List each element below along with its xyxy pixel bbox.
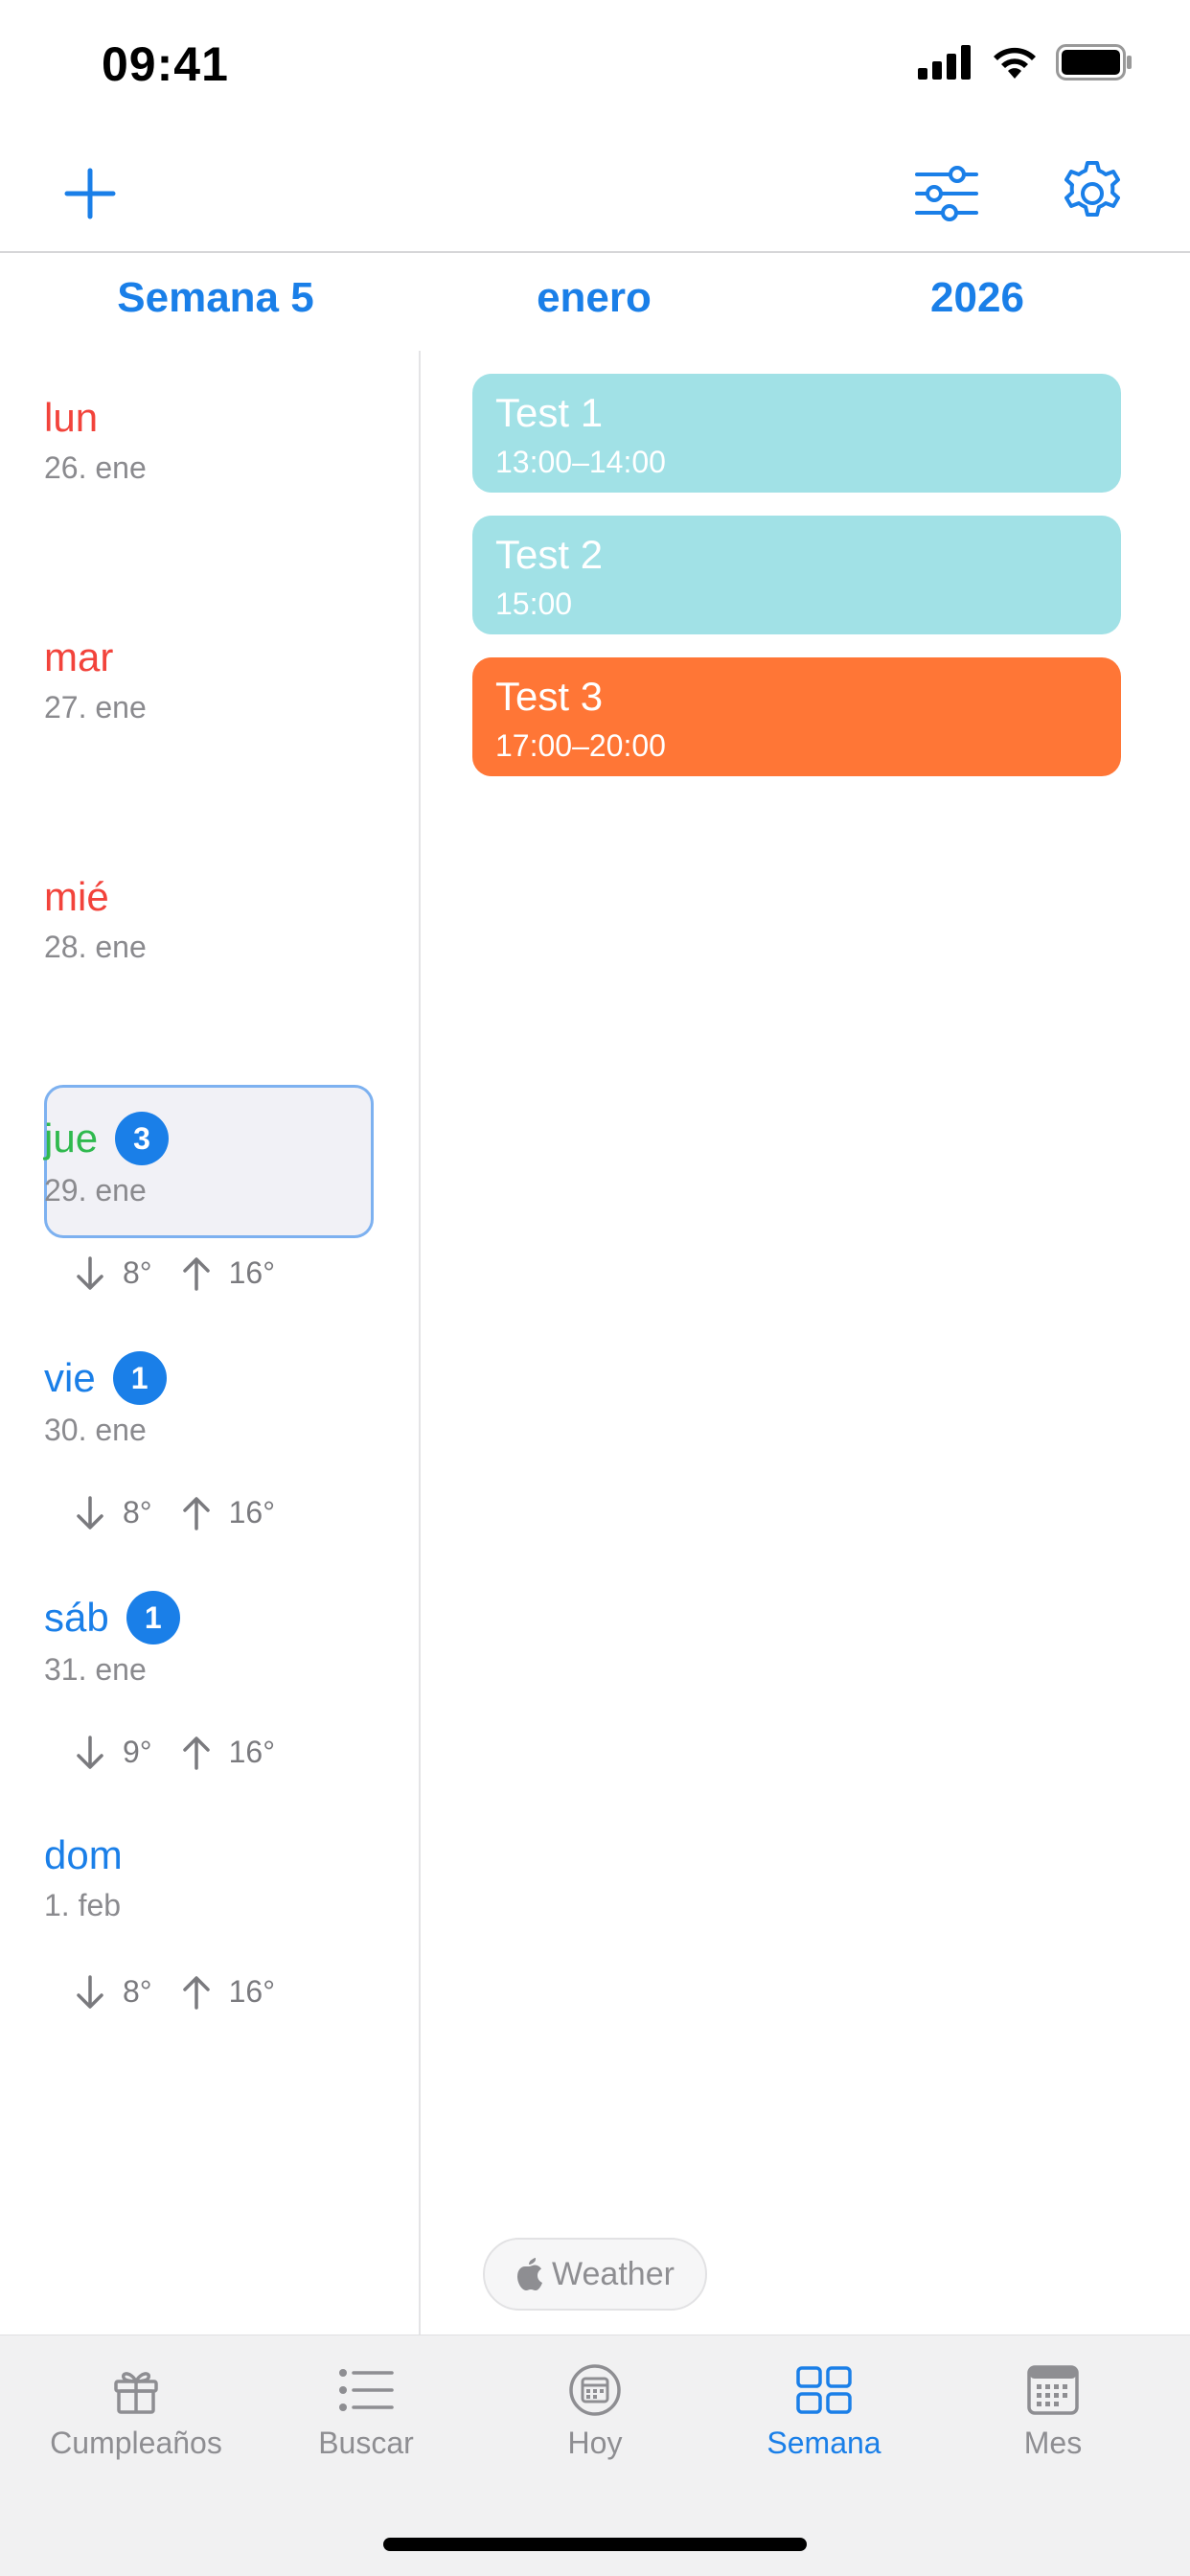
tab-week[interactable]: Semana xyxy=(709,2358,939,2461)
event-count-badge: 3 xyxy=(115,1112,170,1165)
day-date: 28. ene xyxy=(44,930,147,964)
arrow-down-icon xyxy=(77,1495,103,1530)
sliders-icon xyxy=(915,166,978,221)
event-title: Test 3 xyxy=(495,674,604,719)
top-toolbar xyxy=(0,134,1190,253)
day-friday[interactable]: vie 1 30. ene xyxy=(44,1351,376,1448)
day-date: 29. ene xyxy=(44,1173,147,1208)
day-name: mar xyxy=(44,634,114,679)
day-forecast: 8° 16° xyxy=(75,1495,275,1530)
low-temperature: 8° xyxy=(123,1495,152,1530)
day-date: 31. ene xyxy=(44,1652,147,1687)
filter-button[interactable] xyxy=(908,155,985,232)
arrow-down-icon xyxy=(77,1974,103,2009)
day-name: jue xyxy=(44,1116,99,1161)
event-card[interactable]: Test 3 17:00–20:00 xyxy=(472,657,1121,776)
day-date: 30. ene xyxy=(44,1413,147,1447)
battery-icon xyxy=(1056,44,1132,80)
add-event-button[interactable] xyxy=(52,155,128,232)
status-icons xyxy=(918,44,1133,80)
day-saturday[interactable]: sáb 1 31. ene xyxy=(44,1591,376,1688)
tab-label: Buscar xyxy=(318,2426,414,2460)
tab-label: Mes xyxy=(1023,2426,1083,2460)
arrow-down-icon xyxy=(77,1735,103,1769)
day-sunday[interactable]: dom 1. feb xyxy=(44,1830,376,1923)
event-title: Test 2 xyxy=(495,532,604,577)
high-temperature: 16° xyxy=(228,1974,275,2009)
event-time: 13:00–14:00 xyxy=(495,445,666,479)
event-card[interactable]: Test 1 13:00–14:00 xyxy=(472,374,1121,493)
event-title: Test 1 xyxy=(495,390,604,435)
weather-attribution-label: Weather xyxy=(552,2255,675,2292)
day-monday[interactable]: lun 26. ene xyxy=(44,393,376,486)
arrow-up-icon xyxy=(182,1496,210,1530)
day-thursday[interactable]: jue 3 29. ene xyxy=(44,1112,376,1208)
arrow-down-icon xyxy=(77,1255,103,1290)
home-indicator xyxy=(383,2538,807,2551)
arrow-up-icon xyxy=(182,1256,210,1291)
arrow-up-icon xyxy=(182,1975,210,2010)
day-forecast: 8° 16° xyxy=(75,1974,275,2010)
day-name: dom xyxy=(44,1832,123,1877)
day-date: 1. feb xyxy=(44,1888,122,1922)
tab-label: Semana xyxy=(767,2426,881,2460)
month-calendar-icon xyxy=(1027,2365,1079,2415)
high-temperature: 16° xyxy=(228,1735,275,1769)
low-temperature: 8° xyxy=(123,1974,152,2009)
list-icon xyxy=(339,2369,394,2411)
gift-icon xyxy=(114,2372,158,2414)
low-temperature: 9° xyxy=(123,1735,152,1769)
weather-attribution-button[interactable]: Weather xyxy=(483,2238,707,2311)
day-name: mié xyxy=(44,874,109,919)
event-time: 15:00 xyxy=(495,586,573,621)
day-date: 26. ene xyxy=(44,450,147,485)
tab-label: Hoy xyxy=(567,2426,623,2460)
low-temperature: 8° xyxy=(123,1255,152,1290)
arrow-up-icon xyxy=(182,1736,210,1770)
year-label[interactable]: 2026 xyxy=(843,274,1111,322)
tab-today[interactable]: Hoy xyxy=(480,2358,710,2461)
event-count-badge: 1 xyxy=(112,1351,167,1405)
tab-label: Cumpleaños xyxy=(50,2426,222,2460)
status-bar: 09:41 xyxy=(0,0,1190,125)
event-time: 17:00–20:00 xyxy=(495,728,666,763)
apple-logo-icon xyxy=(517,2258,543,2290)
wifi-icon xyxy=(994,47,1036,79)
column-divider xyxy=(419,351,421,2334)
plus-icon xyxy=(64,168,116,219)
day-name: vie xyxy=(44,1355,96,1400)
settings-button[interactable] xyxy=(1054,155,1131,232)
event-count-badge: 1 xyxy=(126,1591,180,1644)
week-grid-icon xyxy=(796,2366,852,2414)
day-name: sáb xyxy=(44,1595,109,1640)
tab-month[interactable]: Mes xyxy=(938,2358,1168,2461)
cellular-signal-icon xyxy=(918,45,971,80)
high-temperature: 16° xyxy=(228,1495,275,1530)
day-date: 27. ene xyxy=(44,690,147,724)
tab-search[interactable]: Buscar xyxy=(251,2358,481,2461)
day-forecast: 9° 16° xyxy=(75,1735,275,1770)
week-number-label[interactable]: Semana 5 xyxy=(57,274,374,322)
high-temperature: 16° xyxy=(228,1255,275,1290)
gear-icon xyxy=(1064,161,1120,217)
day-tuesday[interactable]: mar 27. ene xyxy=(44,632,376,725)
day-wednesday[interactable]: mié 28. ene xyxy=(44,872,376,965)
day-forecast: 8° 16° xyxy=(75,1255,275,1291)
event-card[interactable]: Test 2 15:00 xyxy=(472,516,1121,634)
calendar-header: Semana 5 enero 2026 xyxy=(0,268,1190,337)
month-label[interactable]: enero xyxy=(460,274,728,322)
tab-birthdays[interactable]: Cumpleaños xyxy=(21,2358,251,2461)
day-name: lun xyxy=(44,395,99,440)
today-icon xyxy=(569,2364,621,2416)
status-time: 09:41 xyxy=(102,37,229,91)
